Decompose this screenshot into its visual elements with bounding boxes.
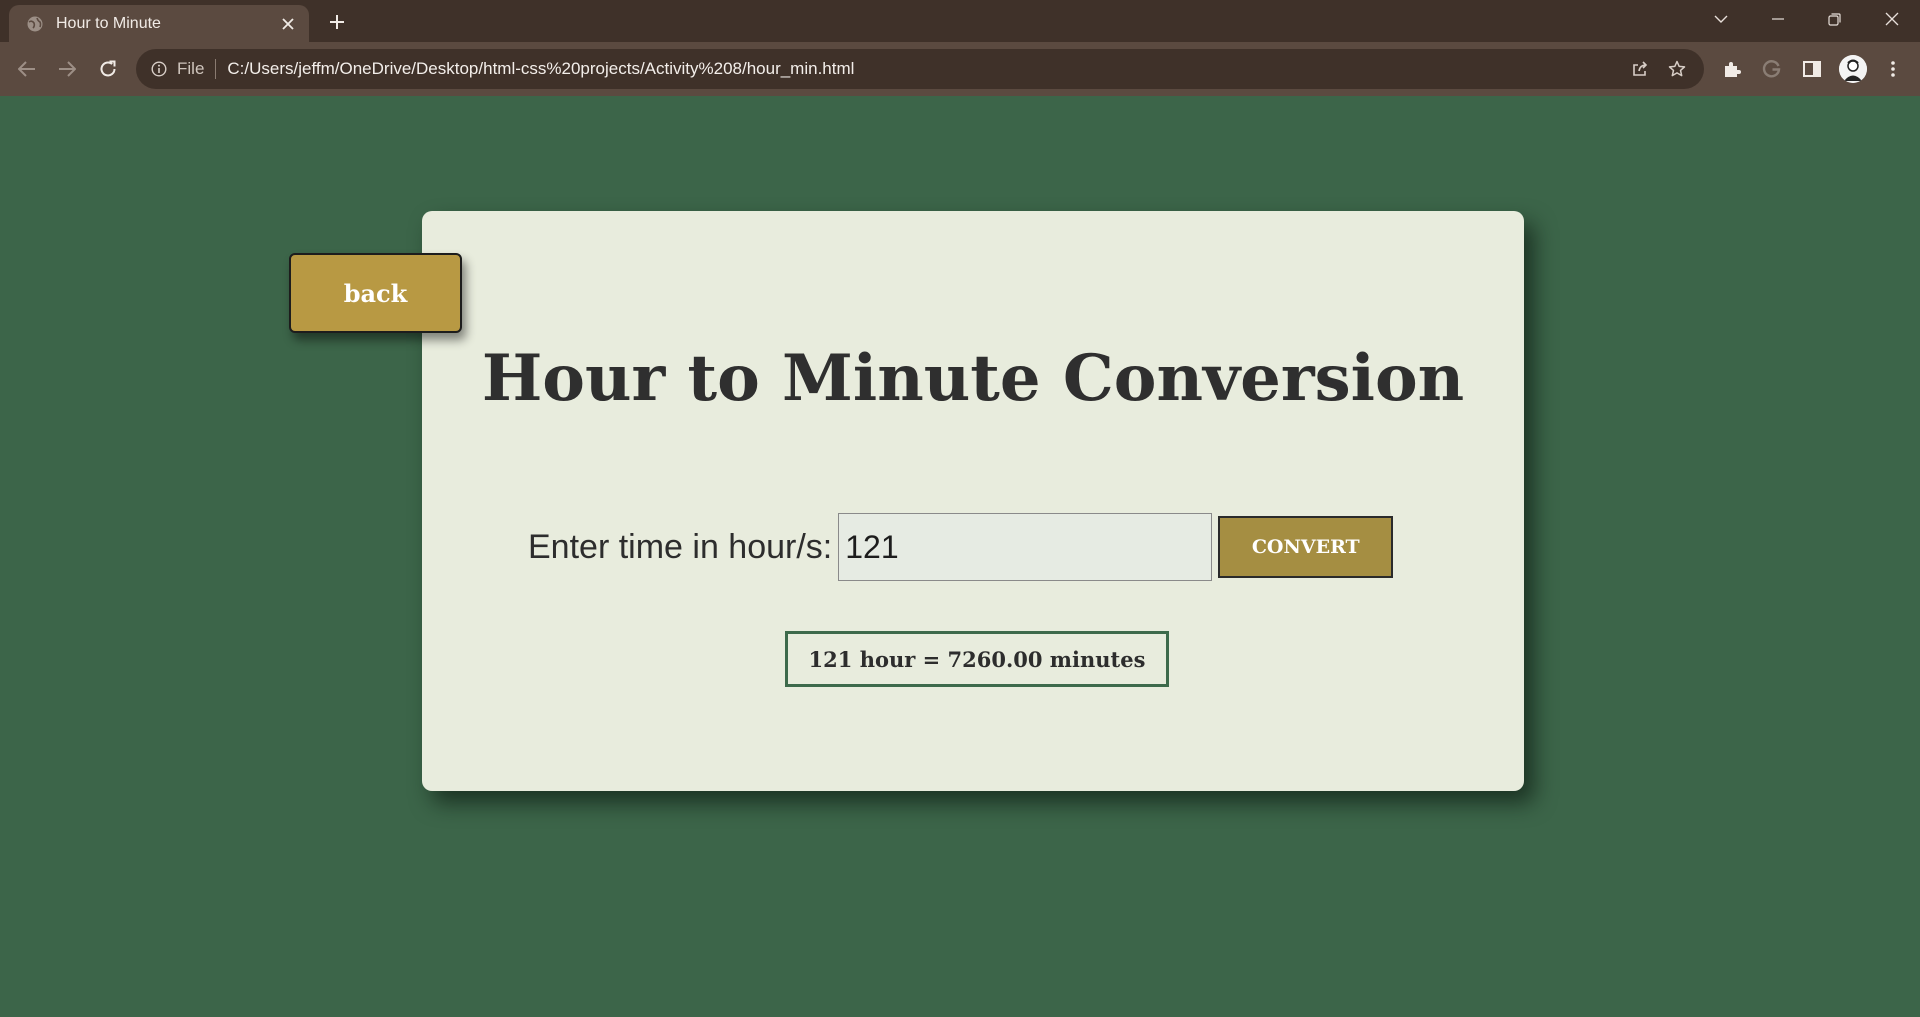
arrow-right-icon[interactable] <box>53 55 81 83</box>
plus-icon[interactable] <box>322 7 352 37</box>
puzzle-icon[interactable] <box>1718 55 1746 83</box>
hours-input[interactable] <box>838 513 1213 581</box>
scheme-label: File <box>177 59 205 78</box>
hours-label: Enter time in hour/s: <box>528 527 833 566</box>
restore-icon[interactable] <box>1806 0 1863 38</box>
avatar[interactable] <box>1839 55 1867 83</box>
close-icon[interactable] <box>1863 0 1920 38</box>
convert-button[interactable]: CONVERT <box>1218 516 1394 578</box>
globe-icon <box>26 15 44 33</box>
g-icon[interactable] <box>1758 55 1786 83</box>
omnibox-divider <box>215 59 217 79</box>
url-text[interactable]: C:/Users/jeffm/OneDrive/Desktop/html-css… <box>227 59 1625 79</box>
reload-icon[interactable] <box>94 55 122 83</box>
address-bar[interactable]: File C:/Users/jeffm/OneDrive/Desktop/htm… <box>136 49 1704 89</box>
tab-title: Hour to Minute <box>56 14 161 32</box>
page-title: Hour to Minute Conversion <box>481 341 1465 416</box>
page-viewport: Hour to Minute Conversion Enter time in … <box>0 96 1920 1017</box>
window-controls <box>1692 0 1920 38</box>
browser-toolbar: File C:/Users/jeffm/OneDrive/Desktop/htm… <box>0 42 1920 96</box>
info-icon[interactable] <box>149 59 169 79</box>
minimize-icon[interactable] <box>1749 0 1806 38</box>
star-icon[interactable] <box>1662 54 1692 84</box>
close-icon[interactable] <box>275 11 301 37</box>
profile-avatar <box>1839 55 1867 83</box>
result-output: 121 hour = 7260.00 minutes <box>785 631 1169 687</box>
input-row: Enter time in hour/s: CONVERT <box>528 513 1394 581</box>
kebab-icon[interactable] <box>1879 55 1907 83</box>
chevron-down-icon[interactable] <box>1692 0 1749 38</box>
tab-strip: Hour to Minute <box>0 0 1920 42</box>
share-icon[interactable] <box>1625 54 1655 84</box>
arrow-left-icon[interactable] <box>13 55 41 83</box>
back-button[interactable]: back <box>289 253 462 333</box>
converter-card: Hour to Minute Conversion Enter time in … <box>422 211 1524 791</box>
browser-tab[interactable]: Hour to Minute <box>9 5 309 42</box>
sidebar-icon[interactable] <box>1798 55 1826 83</box>
